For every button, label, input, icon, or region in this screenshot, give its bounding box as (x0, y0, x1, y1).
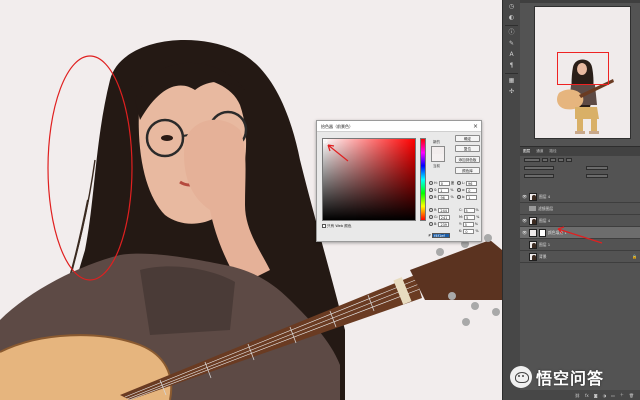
filter-kind-dropdown[interactable] (524, 158, 540, 162)
magenta-field[interactable]: M: 5% (459, 214, 479, 220)
hex-field[interactable]: # f4f1ef (428, 233, 451, 238)
ok-button[interactable]: 确定 (455, 135, 480, 142)
trash-icon[interactable]: 🗑 (629, 393, 634, 398)
color-picker-dialog: 拾色器（前景色） × 新的 当前 确定 复位 添加到色板 颜色库 H: 0 度 S:… (316, 120, 482, 242)
annotation-arrow (327, 144, 349, 162)
layers-annotation-overlay (557, 226, 603, 244)
opacity-field[interactable] (586, 166, 608, 170)
blend-mode-row (520, 164, 640, 172)
layer-filter-row (520, 156, 640, 164)
right-panel-dock: 图层 通道 路径 👁 图层 4 滤镜图层 👁 图层 4 👁 颜色填充 1 图层 … (520, 0, 640, 400)
dialog-titlebar[interactable]: 拾色器（前景色） × (317, 121, 481, 132)
hue-field[interactable]: H: 0 度 (429, 180, 454, 186)
navigator-view-box[interactable] (557, 52, 609, 85)
close-icon[interactable]: × (473, 121, 478, 132)
folder-icon[interactable]: ▭ (611, 393, 615, 398)
adjustment-icon[interactable]: ◑ (603, 393, 607, 398)
type-icon[interactable]: A (507, 51, 517, 59)
only-web-colors-checkbox[interactable]: 只有 Web 颜色 (322, 224, 352, 229)
watermark-text: 悟空问答 (536, 369, 605, 388)
tab-layers[interactable]: 图层 (523, 149, 530, 154)
swatch-icon[interactable]: ▦ (507, 77, 517, 85)
mask-icon[interactable]: ◙ (594, 393, 598, 398)
color-field[interactable] (322, 138, 416, 221)
new-layer-icon[interactable]: ＋ (620, 392, 624, 398)
fx-icon[interactable]: fx (585, 393, 589, 398)
layers-panel-tabs: 图层 通道 路径 (520, 147, 640, 156)
dialog-title: 拾色器（前景色） (321, 124, 353, 129)
red-field[interactable]: R: 244 (429, 207, 450, 213)
color-cursor-icon (323, 139, 328, 144)
brush-icon[interactable]: ✎ (507, 40, 517, 48)
layers-panel: 图层 通道 路径 👁 图层 4 滤镜图层 👁 图层 4 👁 颜色填充 1 图层 … (520, 146, 640, 400)
navigator-panel (520, 0, 640, 145)
history-icon[interactable]: ◷ (507, 3, 517, 11)
brightness-field[interactable]: B: 96% (429, 194, 454, 200)
paragraph-icon[interactable]: ¶ (507, 62, 517, 70)
tab-paths[interactable]: 路径 (549, 149, 556, 154)
color-field-overlay (323, 139, 349, 162)
lock-row (520, 172, 640, 180)
fill-field[interactable] (586, 174, 608, 178)
add-to-swatches-button[interactable]: 添加到色板 (455, 156, 480, 163)
color-libraries-button[interactable]: 颜色库 (455, 167, 480, 174)
blend-mode-dropdown[interactable] (524, 166, 554, 170)
saturation-field[interactable]: S: 1% (429, 187, 454, 193)
black-field[interactable]: K: 0% (459, 228, 479, 234)
watermark: 悟空问答 (510, 364, 604, 390)
blue-field[interactable]: B: 239 (429, 221, 450, 227)
lab-l-field[interactable]: L: 96 (457, 180, 478, 186)
yellow-field[interactable]: Y: 5% (459, 221, 478, 227)
green-field[interactable]: G: 241 (429, 214, 451, 220)
adjust-icon[interactable]: ◐ (507, 14, 517, 22)
filter-type-icon[interactable] (558, 158, 564, 162)
panel-icon-strip: ◷ ◐ ⓘ ✎ A ¶ ▦ ✣ (502, 0, 520, 400)
glyph-icon[interactable]: ✣ (507, 88, 517, 96)
new-color-swatch (431, 146, 445, 154)
link-icon[interactable]: ⛓ (575, 393, 580, 398)
cyan-field[interactable]: C: 5% (459, 207, 479, 213)
current-color-swatch[interactable] (431, 154, 445, 162)
hue-slider[interactable] (420, 138, 426, 221)
filter-shape-icon[interactable] (566, 158, 572, 162)
filter-pixel-icon[interactable] (542, 158, 548, 162)
current-color-label: 当前 (433, 164, 440, 168)
tab-channels[interactable]: 通道 (536, 149, 543, 154)
navigator-thumbnail[interactable] (534, 6, 631, 139)
reset-button[interactable]: 复位 (455, 145, 480, 152)
info-icon[interactable]: ⓘ (507, 29, 517, 37)
lab-a-field[interactable]: a: 0 (457, 187, 478, 193)
new-color-label: 新的 (433, 140, 440, 144)
lab-b-field[interactable]: b: 1 (457, 194, 478, 200)
lock-icons[interactable] (524, 174, 554, 178)
wukong-logo-icon (510, 366, 532, 388)
photoshop-window: 拾色器（前景色） × 新的 当前 确定 复位 添加到色板 颜色库 H: 0 度 S:… (0, 0, 640, 400)
annotation-arrow (557, 226, 603, 244)
layers-bottom-bar: ⛓ fx ◙ ◑ ▭ ＋ 🗑 (520, 390, 640, 400)
filter-adjust-icon[interactable] (550, 158, 556, 162)
